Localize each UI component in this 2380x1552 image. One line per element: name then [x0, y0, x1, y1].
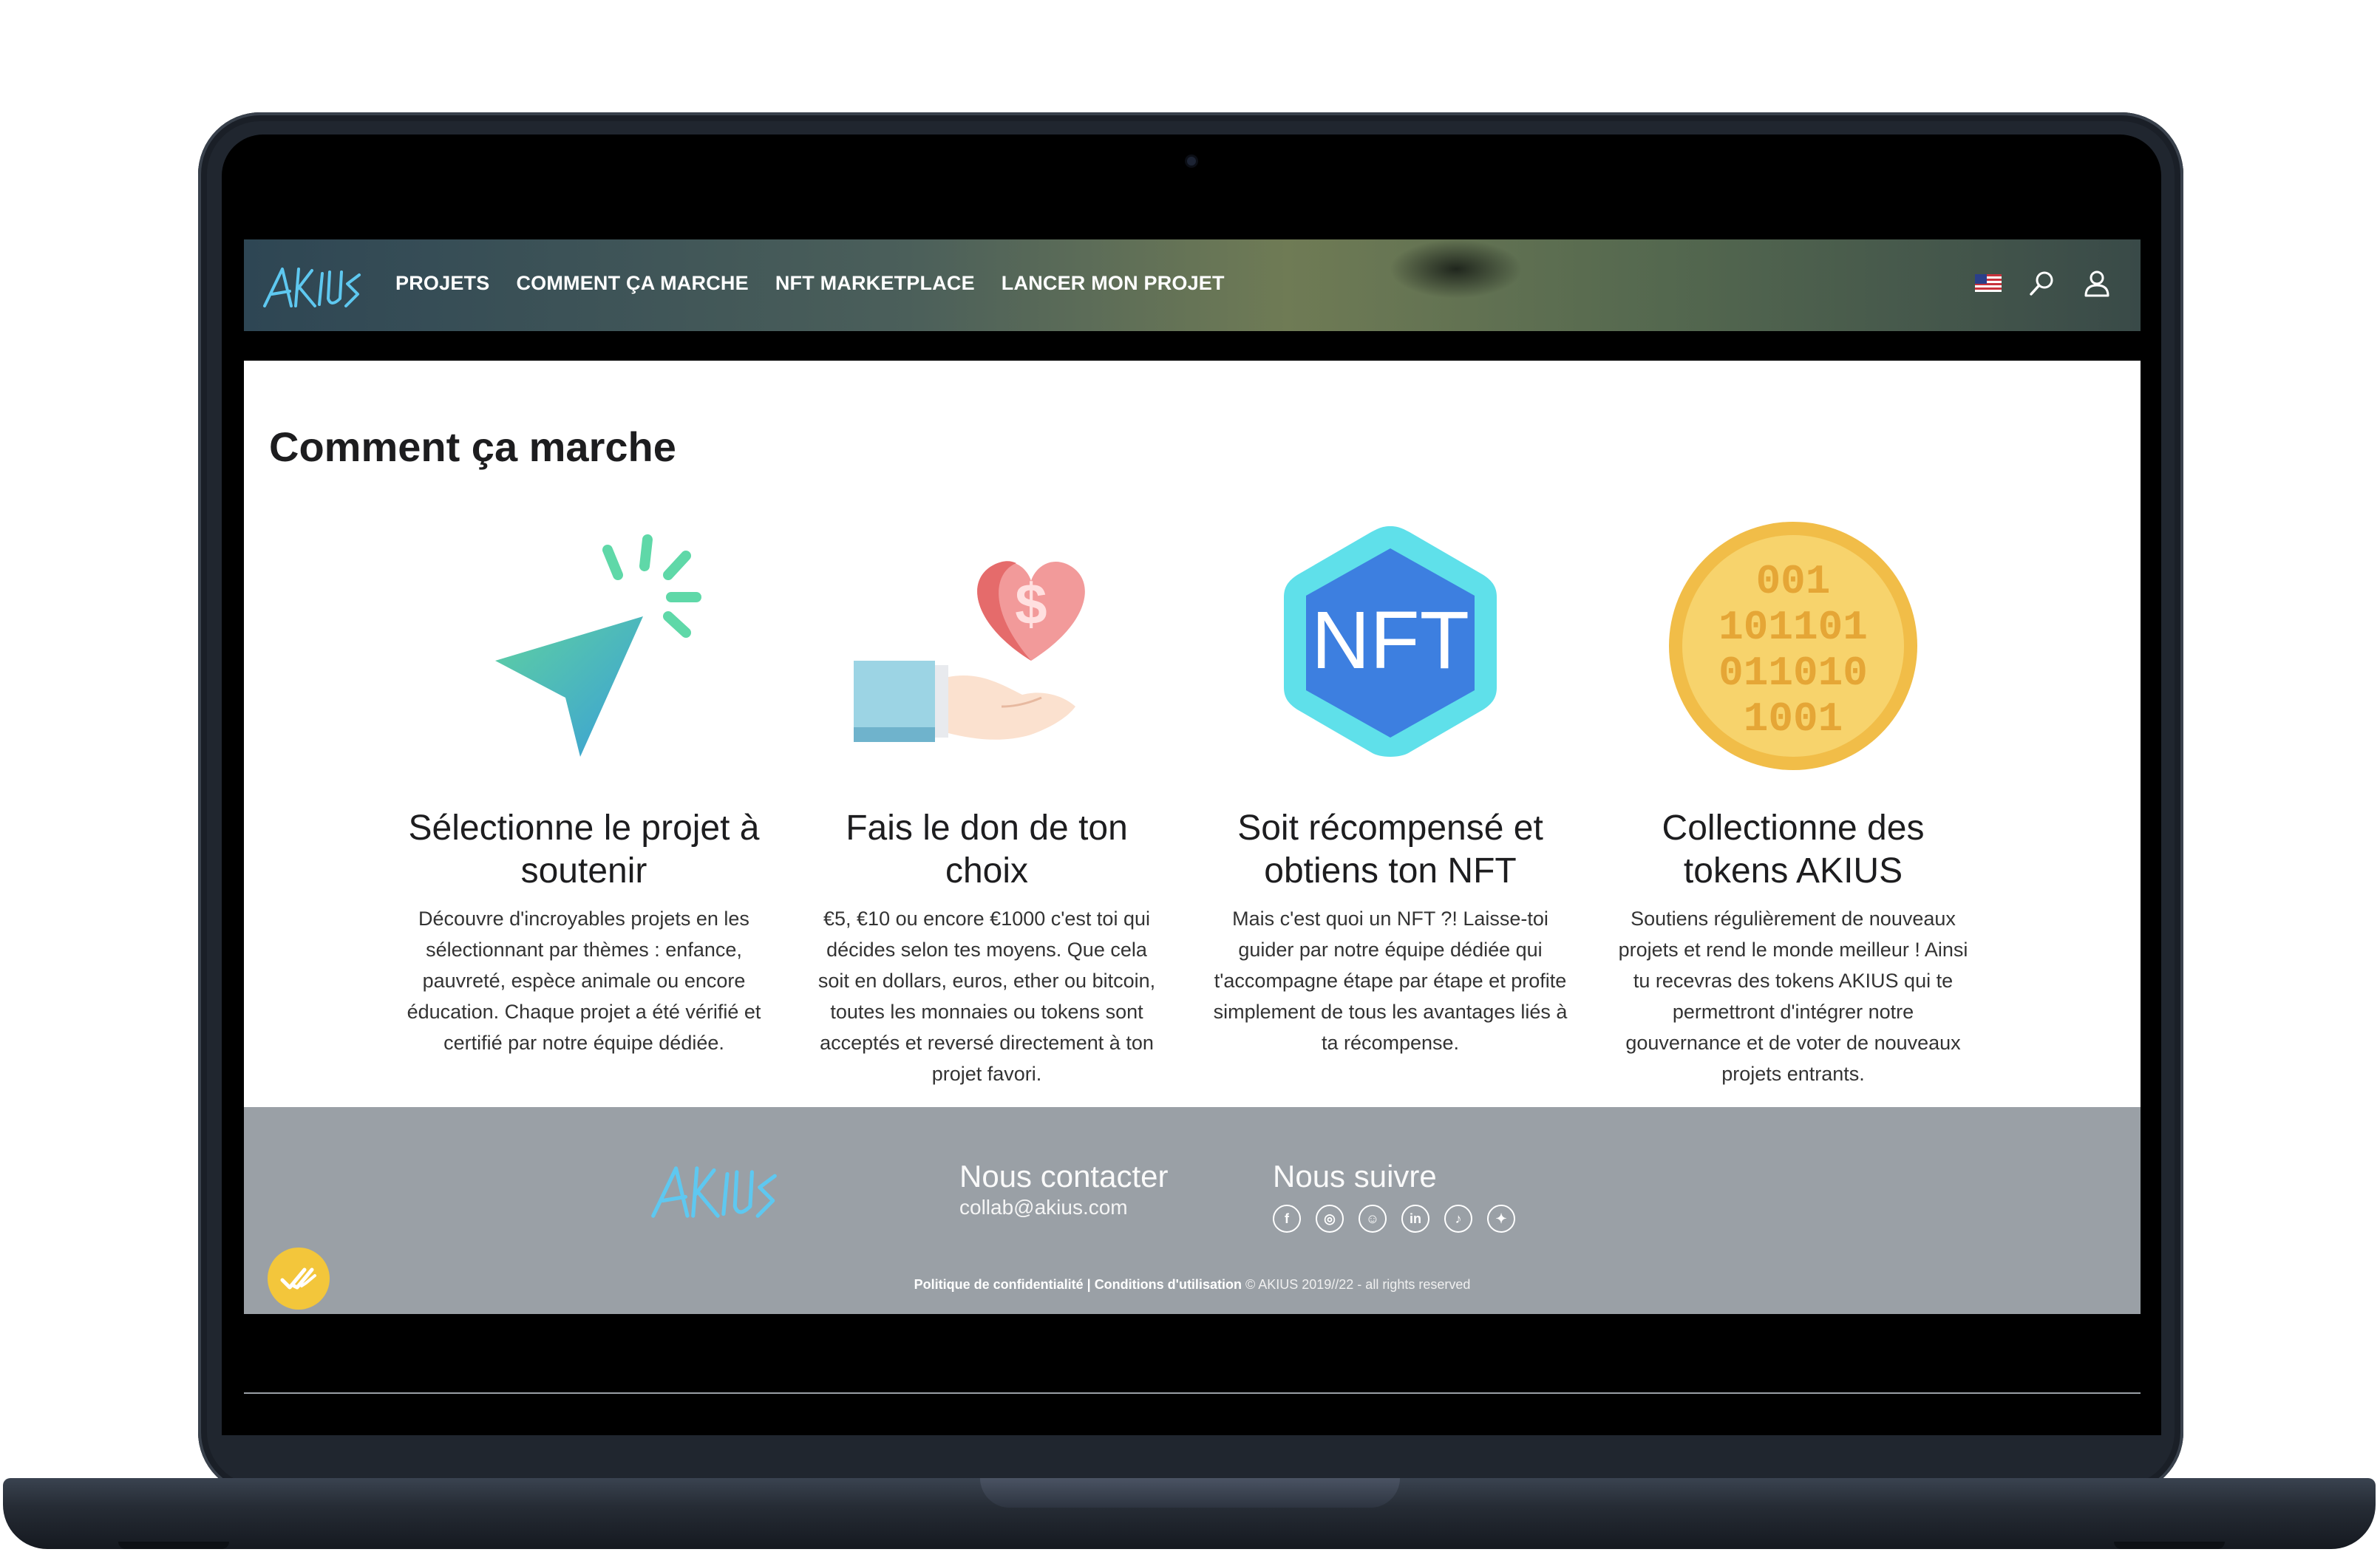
- tiktok-icon[interactable]: ♪: [1444, 1205, 1472, 1233]
- nav-link-comment-ca-marche[interactable]: COMMENT ÇA MARCHE: [516, 272, 748, 295]
- privacy-policy-link[interactable]: Politique de confidentialité: [914, 1277, 1084, 1292]
- binary-coin-icon: 001 101101 011010 1001: [1669, 522, 1917, 770]
- laptop-foot-left: [118, 1542, 229, 1549]
- top-navbar: PROJETS COMMENT ÇA MARCHE NFT MARKETPLAC…: [244, 239, 2141, 331]
- step-description: €5, €10 ou encore €1000 c'est toi qui dé…: [817, 908, 1156, 1085]
- cursor-click-icon: [495, 534, 701, 757]
- site-footer: Nous contacter collab@akius.com Nous sui…: [244, 1107, 2141, 1314]
- nft-hexagon-icon: NFT: [1284, 526, 1497, 757]
- screen-bottom-edge: [244, 1392, 2141, 1394]
- legal-separator: |: [1083, 1277, 1095, 1292]
- page-title: Comment ça marche: [269, 423, 676, 470]
- laptop-foot-right: [2114, 1542, 2225, 1549]
- follow-heading: Nous suivre: [1273, 1159, 1437, 1194]
- social-links: f ◎ ☺ in ♪ ✦: [1273, 1205, 1515, 1233]
- search-icon[interactable]: [2028, 269, 2056, 297]
- donation-heart-icon: $: [854, 561, 1085, 742]
- step-title: Sélectionne le projet à soutenir: [408, 809, 760, 891]
- contact-heading: Nous contacter: [959, 1159, 1169, 1194]
- step-description: Découvre d'incroyables projets en les sé…: [407, 908, 761, 1054]
- checkmarks-icon: [280, 1267, 316, 1290]
- camera-icon: [1187, 157, 1196, 166]
- terms-link[interactable]: Conditions d'utilisation: [1095, 1277, 1242, 1292]
- svg-text:1001: 1001: [1744, 695, 1843, 743]
- twitter-icon[interactable]: ✦: [1487, 1205, 1515, 1233]
- nav-icons: [1975, 269, 2111, 297]
- linkedin-icon[interactable]: in: [1401, 1205, 1429, 1233]
- facebook-icon[interactable]: f: [1273, 1205, 1301, 1233]
- footer-akius-logo[interactable]: [647, 1159, 781, 1225]
- user-icon[interactable]: [2083, 269, 2111, 297]
- snapchat-icon[interactable]: ☺: [1359, 1205, 1387, 1233]
- step-nft-reward: NFT Soit récompensé et obtiens ton NFT M…: [1206, 513, 1575, 1058]
- step-select-project: Sélectionne le projet à soutenir Découvr…: [399, 513, 769, 1058]
- svg-text:001: 001: [1756, 558, 1831, 605]
- step-title: Collectionne des tokens AKIUS: [1662, 809, 1925, 891]
- step-description: Mais c'est quoi un NFT ?! Laisse-toi gui…: [1213, 908, 1568, 1054]
- copyright-text: © AKIUS 2019//22 - all rights reserved: [1241, 1277, 1471, 1292]
- chat-badge-button[interactable]: [268, 1248, 330, 1310]
- footer-contact: Nous contacter collab@akius.com: [959, 1159, 1168, 1219]
- nav-link-nft-marketplace[interactable]: NFT MARKETPLACE: [775, 272, 975, 295]
- step-collect-tokens: 001 101101 011010 1001 Collectionne des …: [1608, 513, 1978, 1089]
- step-description: Soutiens régulièrement de nouveaux proje…: [1618, 908, 1968, 1085]
- svg-text:$: $: [1015, 571, 1047, 636]
- svg-text:011010: 011010: [1718, 650, 1868, 697]
- laptop-hinge: [980, 1478, 1400, 1508]
- step-title: Soit récompensé et obtiens ton NFT: [1237, 809, 1543, 891]
- step-donate: $ Fais le don de ton choix €5, €10 ou en…: [802, 513, 1172, 1089]
- svg-text:NFT: NFT: [1311, 595, 1469, 686]
- contact-email-link[interactable]: collab@akius.com: [959, 1196, 1168, 1219]
- instagram-icon[interactable]: ◎: [1316, 1205, 1344, 1233]
- legal-links: Politique de confidentialité | Condition…: [244, 1277, 2141, 1293]
- nav-link-lancer-mon-projet[interactable]: LANCER MON PROJET: [1002, 272, 1225, 295]
- main-nav: PROJETS COMMENT ÇA MARCHE NFT MARKETPLAC…: [395, 272, 1225, 295]
- us-flag-icon[interactable]: [1975, 274, 2002, 292]
- footer-follow: Nous suivre f ◎ ☺ in ♪ ✦: [1273, 1159, 1515, 1233]
- step-title: Fais le don de ton choix: [846, 809, 1128, 891]
- navbar-divider: [244, 331, 2141, 361]
- browser-screen: PROJETS COMMENT ÇA MARCHE NFT MARKETPLAC…: [244, 239, 2141, 1314]
- akius-logo[interactable]: [260, 262, 364, 313]
- svg-text:101101: 101101: [1718, 604, 1868, 651]
- nav-link-projets[interactable]: PROJETS: [395, 272, 489, 295]
- navbar-background-figures: [1390, 239, 1523, 299]
